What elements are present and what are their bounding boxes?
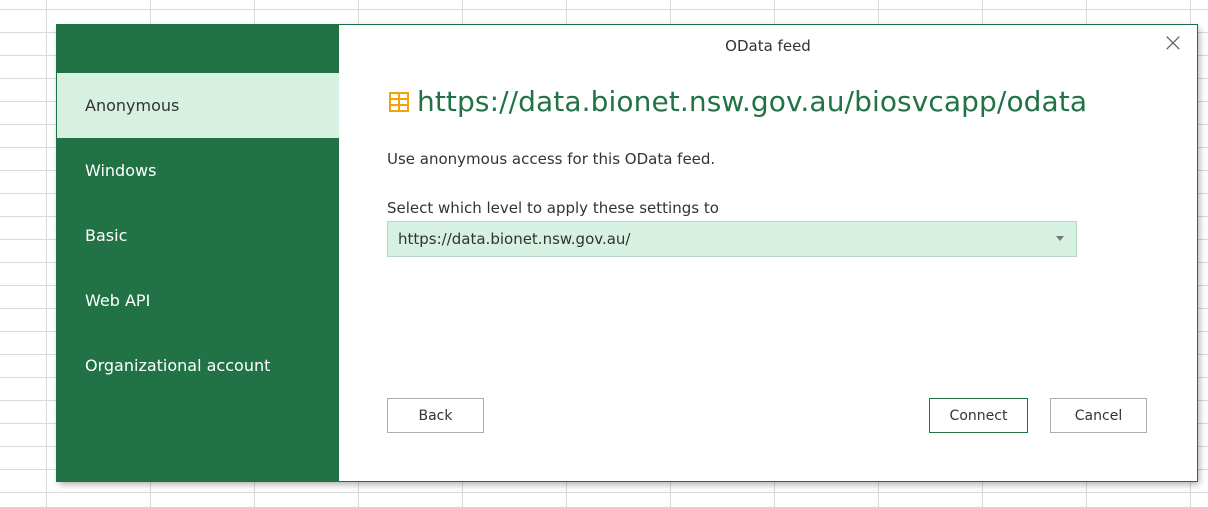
feed-url-row: https://data.bionet.nsw.gov.au/biosvcapp… [387, 85, 1087, 118]
access-description: Use anonymous access for this OData feed… [387, 150, 716, 168]
sidebar-item-anonymous[interactable]: Anonymous [57, 73, 339, 138]
sidebar-item-organizational-account[interactable]: Organizational account [57, 333, 339, 398]
cancel-button[interactable]: Cancel [1050, 398, 1147, 433]
sidebar-item-basic[interactable]: Basic [57, 203, 339, 268]
auth-sidebar: Anonymous Windows Basic Web API Organiza… [57, 25, 339, 481]
level-dropdown[interactable]: https://data.bionet.nsw.gov.au/ [387, 221, 1077, 257]
connect-button[interactable]: Connect [929, 398, 1028, 433]
dialog-content: OData feed × https://data.bionet.nsw.gov… [339, 25, 1197, 481]
odata-feed-dialog: Anonymous Windows Basic Web API Organiza… [57, 25, 1197, 481]
sidebar-item-label: Web API [85, 291, 151, 310]
dialog-title: OData feed [725, 37, 811, 55]
level-dropdown-value: https://data.bionet.nsw.gov.au/ [398, 230, 631, 248]
close-icon[interactable]: × [1161, 30, 1185, 56]
odata-table-icon [389, 91, 409, 112]
sidebar-item-label: Anonymous [85, 96, 180, 115]
sidebar-item-label: Organizational account [85, 356, 271, 375]
sidebar-item-windows[interactable]: Windows [57, 138, 339, 203]
chevron-down-icon [1056, 236, 1064, 241]
back-button[interactable]: Back [387, 398, 484, 433]
feed-url: https://data.bionet.nsw.gov.au/biosvcapp… [417, 85, 1088, 118]
sidebar-item-label: Basic [85, 226, 128, 245]
sidebar-item-label: Windows [85, 161, 157, 180]
sidebar-item-web-api[interactable]: Web API [57, 268, 339, 333]
level-label: Select which level to apply these settin… [387, 199, 719, 217]
